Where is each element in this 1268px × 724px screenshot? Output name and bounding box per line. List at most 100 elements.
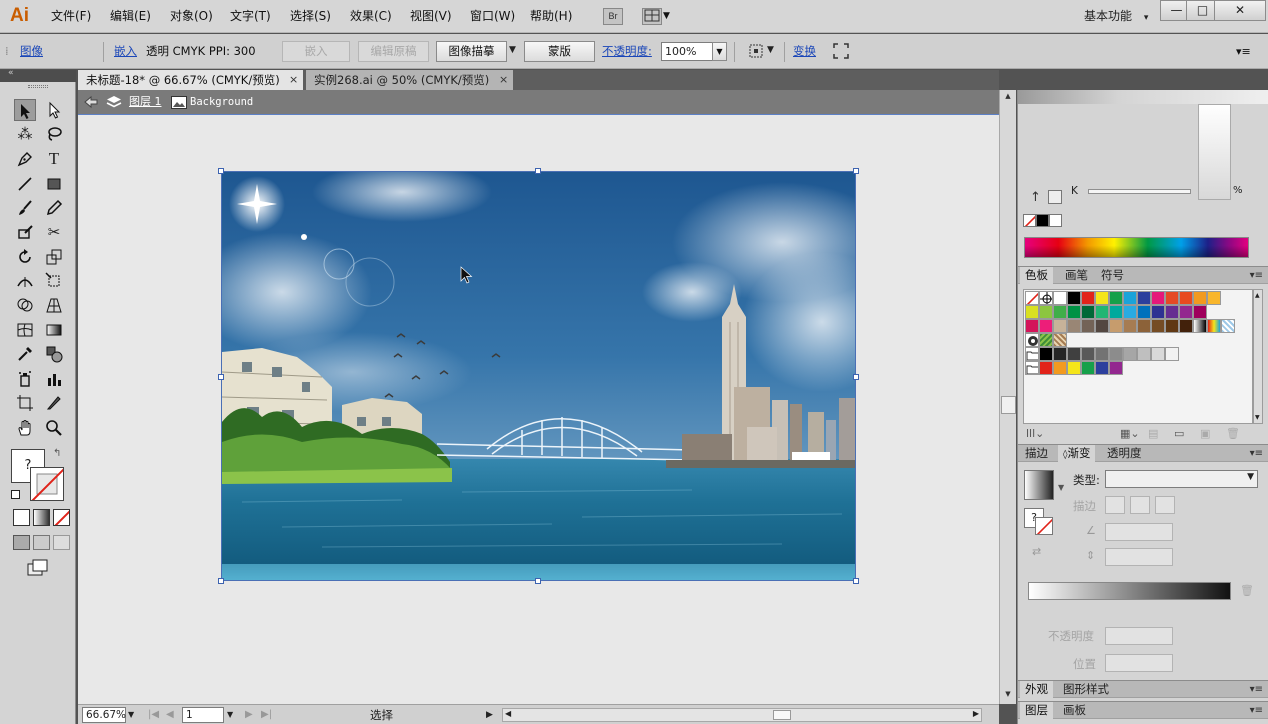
pattern-swatch[interactable]	[1053, 333, 1067, 347]
white-color-icon[interactable]	[1049, 214, 1062, 227]
gray-swatch[interactable]	[1095, 347, 1109, 361]
resize-handle[interactable]	[218, 168, 224, 174]
pattern-swatch[interactable]	[1221, 319, 1235, 333]
menu-object[interactable]: 对象(O)	[170, 0, 213, 33]
panel-menu-icon[interactable]: ▾≡	[1250, 702, 1263, 719]
angle-input[interactable]	[1105, 523, 1173, 541]
free-transform-icon[interactable]	[43, 270, 65, 292]
aspect-ratio-input[interactable]	[1105, 548, 1173, 566]
draw-behind-icon[interactable]	[33, 535, 50, 550]
zoom-input[interactable]: 66.67%	[82, 707, 126, 723]
pattern-swatch-icon[interactable]	[1025, 333, 1039, 347]
swatch-options-icon[interactable]: ▤	[1148, 427, 1158, 440]
resize-handle[interactable]	[218, 374, 224, 380]
registration-swatch-icon[interactable]	[1039, 291, 1053, 305]
zoom-tool-icon[interactable]	[43, 417, 65, 439]
embed-button[interactable]: 嵌入	[282, 41, 350, 62]
gray-swatch[interactable]	[1137, 347, 1151, 361]
draw-normal-icon[interactable]	[13, 535, 30, 550]
shape-builder-icon[interactable]	[14, 294, 36, 316]
selection-tool-icon[interactable]	[14, 99, 36, 121]
tab-appearance[interactable]: 外观	[1020, 681, 1053, 698]
color-swatch[interactable]	[1151, 319, 1165, 333]
color-swatch[interactable]	[1095, 305, 1109, 319]
color-swatch[interactable]	[1207, 291, 1221, 305]
color-swatch[interactable]	[1123, 291, 1137, 305]
paintbrush-icon[interactable]	[14, 197, 36, 219]
color-swatch[interactable]	[1067, 291, 1081, 305]
rectangle-tool-icon[interactable]	[43, 173, 65, 195]
width-tool-icon[interactable]	[14, 270, 36, 292]
scissors-icon[interactable]: ✂	[43, 221, 65, 243]
magic-wand-icon[interactable]: ⁂	[14, 123, 36, 145]
pattern-swatch[interactable]	[1039, 333, 1053, 347]
color-swatch[interactable]	[1137, 305, 1151, 319]
align-dropdown-icon[interactable]: ▼	[767, 45, 774, 55]
color-swatch[interactable]	[1151, 291, 1165, 305]
color-swatch[interactable]	[1025, 305, 1039, 319]
gray-swatch[interactable]	[1067, 347, 1081, 361]
gradient-preview-dropdown-icon[interactable]: ▼	[1058, 483, 1064, 492]
color-swatch[interactable]	[1039, 305, 1053, 319]
resize-handle[interactable]	[535, 168, 541, 174]
tab-swatches[interactable]: 色板	[1020, 267, 1053, 284]
draw-inside-icon[interactable]	[53, 535, 70, 550]
line-tool-icon[interactable]	[14, 173, 36, 195]
zoom-dropdown-icon[interactable]: ▼	[128, 705, 134, 724]
color-group-folder-icon[interactable]	[1025, 347, 1039, 361]
menu-effect[interactable]: 效果(C)	[350, 0, 392, 33]
perspective-grid-icon[interactable]	[43, 294, 65, 316]
close-tab-icon[interactable]: ×	[289, 70, 298, 90]
gradient-stroke-icon[interactable]	[1035, 517, 1053, 535]
hand-tool-icon[interactable]	[14, 417, 36, 439]
vertical-scrollbar[interactable]: ▲ ▼	[999, 90, 1016, 704]
artboard-tool-icon[interactable]	[14, 392, 36, 414]
menu-help[interactable]: 帮助(H)	[530, 0, 572, 33]
gray-swatch[interactable]	[1081, 347, 1095, 361]
horizontal-scrollbar[interactable]: ◀ ▶	[502, 708, 982, 722]
stroke-swatch-icon[interactable]	[30, 467, 64, 501]
symbol-sprayer-icon[interactable]	[14, 368, 36, 390]
artboard-number-input[interactable]: 1	[182, 707, 224, 723]
resize-handle[interactable]	[853, 168, 859, 174]
tab-transparency[interactable]: 透明度	[1102, 445, 1147, 462]
gradient-preview[interactable]	[1024, 470, 1054, 500]
resize-handle[interactable]	[853, 374, 859, 380]
color-swatch[interactable]	[1193, 291, 1207, 305]
scroll-down-icon[interactable]: ▼	[1255, 414, 1260, 421]
pen-tool-icon[interactable]	[14, 148, 36, 170]
color-swatch[interactable]	[1165, 319, 1179, 333]
stroke-along-button[interactable]	[1130, 496, 1150, 514]
breadcrumb-layer[interactable]: 图层 1	[129, 90, 162, 114]
resize-handle[interactable]	[535, 578, 541, 584]
prev-artboard-icon[interactable]: ◀	[166, 705, 174, 724]
tab-example-268[interactable]: 实例268.ai @ 50% (CMYK/预览) ×	[306, 70, 513, 90]
gray-swatch[interactable]	[1165, 347, 1179, 361]
color-swatch[interactable]	[1109, 305, 1123, 319]
scroll-up-icon[interactable]: ▲	[1002, 92, 1014, 100]
color-swatch[interactable]	[1053, 319, 1067, 333]
close-button[interactable]: ✕	[1214, 0, 1266, 21]
panel-menu-icon[interactable]: ▾≡	[1250, 681, 1263, 698]
collapse-icon[interactable]: «	[8, 68, 14, 78]
gradient-mode-icon[interactable]	[33, 509, 50, 526]
scroll-thumb[interactable]	[773, 710, 791, 720]
image-trace-dropdown-icon[interactable]: ▼	[509, 45, 516, 55]
group-swatch[interactable]	[1095, 361, 1109, 375]
close-tab-icon[interactable]: ×	[499, 70, 508, 90]
color-swatch[interactable]	[1109, 291, 1123, 305]
fill-color-swatch[interactable]	[1048, 190, 1062, 204]
tab-artboards[interactable]: 画板	[1058, 702, 1091, 719]
edit-original-button[interactable]: 编辑原稿	[358, 41, 429, 62]
panel-menu-icon[interactable]: ▾≡	[1250, 267, 1263, 284]
color-swatch[interactable]	[1053, 305, 1067, 319]
eyedropper-icon[interactable]	[14, 343, 36, 365]
color-swatch[interactable]	[1165, 305, 1179, 319]
pencil-icon[interactable]	[43, 197, 65, 219]
opacity-label-link[interactable]: 不透明度:	[602, 34, 652, 69]
group-swatch[interactable]	[1109, 361, 1123, 375]
first-artboard-icon[interactable]: |◀	[148, 705, 159, 724]
delete-stop-icon[interactable]: 🗑	[1240, 584, 1254, 597]
stop-opacity-input[interactable]	[1105, 627, 1173, 645]
scroll-right-icon[interactable]: ▶	[973, 709, 979, 718]
